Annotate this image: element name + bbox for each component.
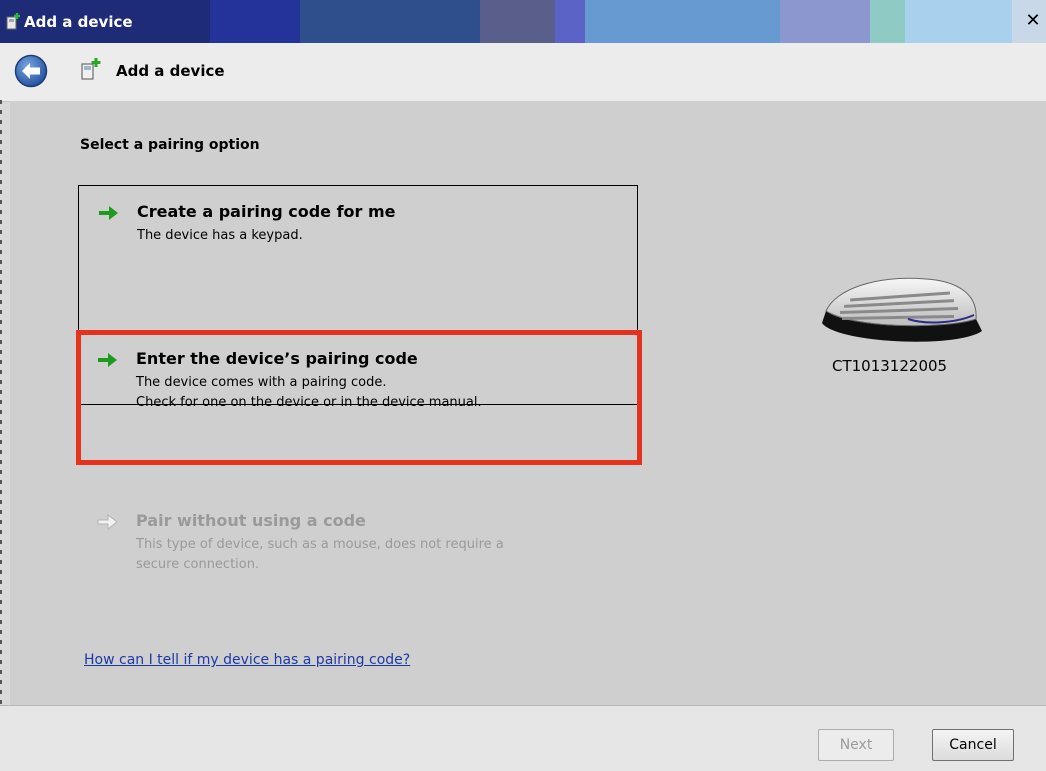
pairing-code-help-link[interactable]: How can I tell if my device has a pairin… bbox=[84, 652, 410, 668]
option-description-line: The device has a keypad. bbox=[137, 228, 303, 243]
content-area: Select a pairing option Create a pairing… bbox=[10, 101, 1046, 705]
dialog-footer: Next Cancel bbox=[0, 705, 1046, 771]
option-description: The device comes with a pairing code. Ch… bbox=[136, 373, 482, 413]
page-heading: Select a pairing option bbox=[80, 137, 260, 153]
nav-title: Add a device bbox=[116, 62, 225, 80]
option-title: Pair without using a code bbox=[136, 511, 366, 530]
bluetooth-device-icon bbox=[6, 13, 20, 30]
device-name: CT1013122005 bbox=[832, 357, 948, 375]
option-enter-pairing-code[interactable]: Enter the device’s pairing code The devi… bbox=[76, 330, 642, 465]
option-pair-without-code: Pair without using a code This type of d… bbox=[88, 511, 608, 581]
option-description: This type of device, such as a mouse, do… bbox=[136, 535, 504, 575]
option-title: Enter the device’s pairing code bbox=[136, 349, 418, 368]
window-border-line bbox=[0, 100, 2, 710]
option-description-line: secure connection. bbox=[136, 557, 260, 572]
close-button[interactable]: ✕ bbox=[1022, 10, 1044, 32]
option-title: Create a pairing code for me bbox=[137, 202, 396, 221]
option-description: The device has a keypad. bbox=[137, 226, 303, 246]
keyboard-icon bbox=[822, 277, 982, 342]
green-arrow-icon bbox=[99, 206, 118, 220]
next-button[interactable]: Next bbox=[818, 729, 894, 761]
option-description-line: Check for one on the device or in the de… bbox=[136, 395, 482, 410]
option-description-line: The device comes with a pairing code. bbox=[136, 375, 387, 390]
option-description-line: This type of device, such as a mouse, do… bbox=[136, 537, 504, 552]
back-arrow-icon[interactable] bbox=[14, 54, 48, 88]
grey-arrow-icon bbox=[97, 513, 118, 531]
navigation-bar: Add a device bbox=[0, 43, 1046, 102]
title-bar: Add a device ✕ bbox=[0, 0, 1046, 43]
add-device-icon bbox=[81, 58, 101, 80]
window-title: Add a device bbox=[24, 13, 133, 31]
green-arrow-icon bbox=[98, 353, 117, 367]
cancel-button[interactable]: Cancel bbox=[932, 729, 1014, 761]
add-device-window: Add a device ✕ Add a device Select a pai… bbox=[0, 0, 1046, 771]
